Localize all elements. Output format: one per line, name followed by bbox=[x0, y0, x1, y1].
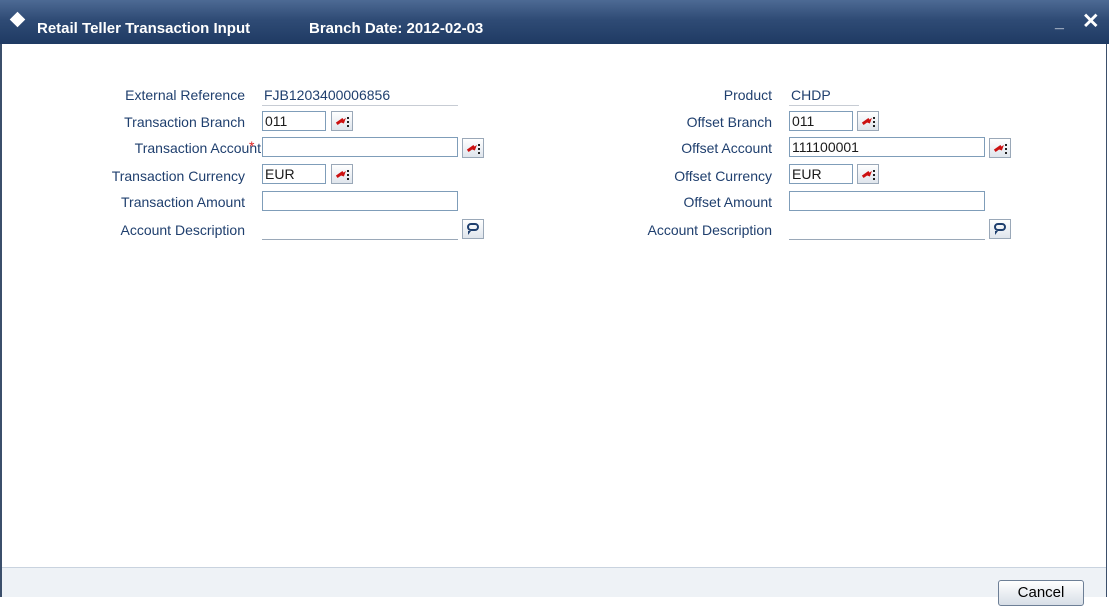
transaction-currency-label: Transaction Currency bbox=[111, 168, 245, 184]
title-bar: Retail Teller Transaction Input Branch D… bbox=[0, 0, 1109, 44]
offset-account-description-value bbox=[789, 221, 985, 240]
window-title: Retail Teller Transaction Input bbox=[37, 20, 251, 37]
offset-amount-label: Offset Amount bbox=[683, 194, 772, 210]
transaction-amount-input[interactable] bbox=[262, 191, 458, 211]
offset-branch-input[interactable] bbox=[789, 111, 853, 131]
transaction-branch-label: Transaction Branch bbox=[124, 114, 245, 130]
transaction-currency-input[interactable] bbox=[262, 164, 326, 184]
offset-currency-input[interactable] bbox=[789, 164, 853, 184]
transaction-amount-label: Transaction Amount bbox=[121, 194, 245, 210]
offset-account-description-speech-bubble-icon[interactable] bbox=[989, 219, 1011, 239]
offset-amount-input[interactable] bbox=[789, 191, 985, 211]
transaction-branch-lov-icon[interactable] bbox=[331, 111, 353, 131]
cancel-button[interactable]: Cancel bbox=[998, 580, 1084, 606]
external-reference-value: FJB1203400006856 bbox=[262, 87, 458, 106]
footer-bar bbox=[2, 568, 1106, 597]
account-description-label: Account Description bbox=[120, 222, 245, 238]
transaction-account-input[interactable] bbox=[262, 137, 458, 157]
product-value: CHDP bbox=[789, 87, 859, 106]
account-description-speech-bubble-icon[interactable] bbox=[462, 219, 484, 239]
product-label: Product bbox=[723, 87, 772, 103]
close-button[interactable]: ✕ bbox=[1082, 11, 1100, 32]
minimize-button[interactable]: _ bbox=[1055, 14, 1064, 32]
offset-branch-lov-icon[interactable] bbox=[857, 111, 879, 131]
offset-currency-label: Offset Currency bbox=[674, 168, 772, 184]
required-marker: * bbox=[249, 138, 255, 154]
offset-account-description-label: Account Description bbox=[647, 222, 772, 238]
branch-date: Branch Date: 2012-02-03 bbox=[309, 20, 484, 37]
account-description-value bbox=[262, 221, 458, 240]
transaction-currency-lov-icon[interactable] bbox=[331, 164, 353, 184]
offset-branch-label: Offset Branch bbox=[686, 114, 772, 130]
offset-account-lov-icon[interactable] bbox=[989, 138, 1011, 158]
transaction-branch-input[interactable] bbox=[262, 111, 326, 131]
offset-account-label: Offset Account bbox=[681, 140, 772, 156]
transaction-account-label: Transaction Account bbox=[134, 140, 261, 156]
offset-account-input[interactable] bbox=[789, 137, 985, 157]
offset-currency-lov-icon[interactable] bbox=[857, 164, 879, 184]
transaction-account-lov-icon[interactable] bbox=[462, 138, 484, 158]
external-reference-label: External Reference bbox=[125, 87, 245, 103]
diamond-icon bbox=[9, 11, 26, 28]
